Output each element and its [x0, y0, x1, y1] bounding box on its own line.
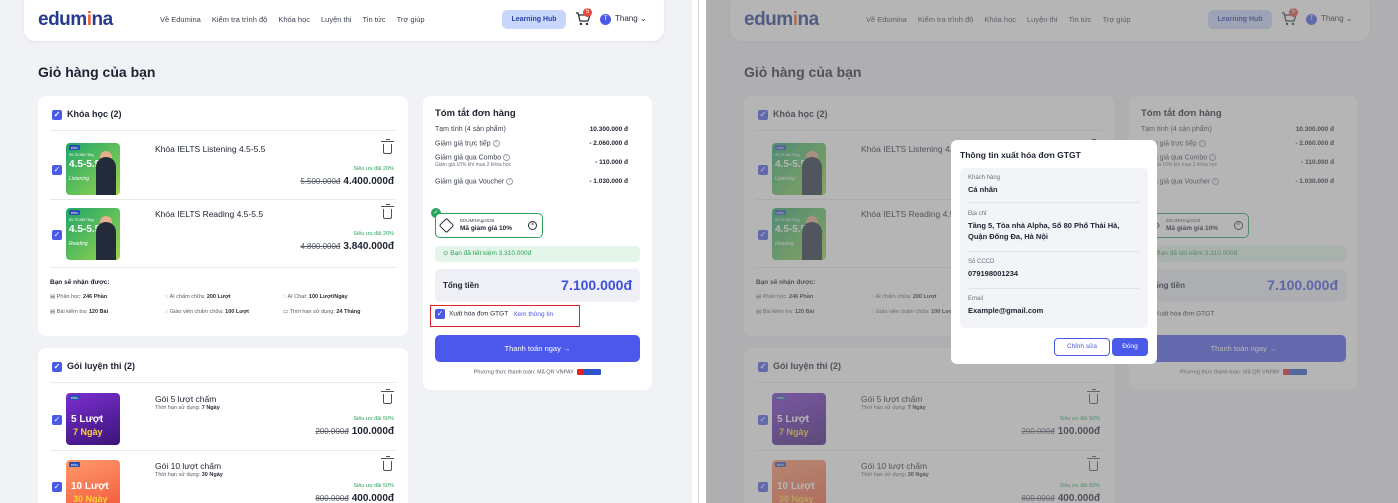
cart-item-course: ✓ eduIELTS Bắt Tổng4.5-5.5Listening Khóa… [38, 134, 408, 204]
divider [50, 382, 396, 383]
benefit-teacher-grading: ◌ Giáo viên chấm chữa: 100 Lượt [165, 309, 249, 315]
top-navbar: edumina Về Edumina Kiểm tra trình độ Khó… [24, 0, 664, 41]
divider [968, 202, 1140, 203]
savings-banner: ⊙ Bạn đã tiết kiệm 3.310.000đ [435, 246, 640, 262]
menu-item-news[interactable]: Tin tức [362, 15, 385, 24]
invoice-info-modal: Thông tin xuất hóa đơn GTGT Khách hàng Cá… [951, 140, 1157, 364]
item-name[interactable]: Khóa IELTS Listening 4.5-5.5 [155, 144, 265, 154]
invoice-checkbox[interactable]: ✓ [435, 309, 445, 319]
divider [50, 267, 396, 268]
invoice-checkbox-row[interactable]: ✓ Xuất hóa đơn GTGT Xem thông tin [435, 309, 553, 319]
main-menu: Về Edumina Kiểm tra trình độ Khóa học Lu… [160, 15, 425, 24]
benefit-lessons: ▤ Phần học: 246 Phần [50, 294, 108, 300]
id-number-field: Số CCCD 079198001234 [968, 259, 1019, 278]
cart-item-exam: ✓ edu10 Lượt30 Ngày Gói 10 lượt chấm Thờ… [38, 451, 408, 503]
menu-item-level-test[interactable]: Kiểm tra trình độ [212, 15, 267, 24]
cart-count-badge: 5 [583, 8, 592, 17]
cart-page-left: edumina Về Edumina Kiểm tra trình độ Khó… [0, 0, 692, 503]
direct-discount-row: Giảm giá trực tiếp i- 2.060.000 đ [435, 140, 628, 148]
info-icon[interactable]: i [503, 154, 511, 161]
cart-page-right-with-modal: edumina Về Edumina Kiểm tra trình độ Khó… [706, 0, 1398, 503]
menu-item-courses[interactable]: Khóa học [278, 15, 310, 24]
address-field: Địa chỉ Tầng 5, Tòa nhà Alpha, Số 80 Phố … [968, 211, 1120, 241]
item-checkbox[interactable]: ✓ [52, 482, 62, 492]
view-invoice-info-link[interactable]: Xem thông tin [513, 311, 553, 318]
remove-voucher-icon[interactable]: × [528, 221, 537, 230]
learning-hub-button[interactable]: Learning Hub [502, 10, 566, 29]
trash-icon[interactable] [381, 139, 394, 154]
divider [50, 130, 396, 131]
customer-field: Khách hàng Cá nhân [968, 175, 1001, 194]
vnpay-logo [577, 369, 602, 375]
email-field: Email Example@gmail.com [968, 296, 1044, 315]
exam-thumbnail: edu5 Lượt7 Ngày [66, 393, 120, 445]
item-price: 5.500.000đ4.400.000đ [300, 176, 394, 187]
avatar[interactable]: T [600, 14, 611, 25]
cart-item-exam: ✓ edu5 Lượt7 Ngày Gói 5 lượt chấm Thời h… [38, 384, 408, 454]
exam-thumbnail: edu10 Lượt30 Ngày [66, 460, 120, 503]
divider [968, 288, 1140, 289]
benefit-validity: ▭ Thời hạn sử dụng: 24 Tháng [283, 309, 361, 315]
exam-packages-heading[interactable]: ✓Gói luyện thi (2) [52, 361, 135, 372]
voucher-chip[interactable]: EDUMINAgi2025 Mã giảm giá 10% × [435, 213, 543, 238]
page-title: Giỏ hàng của bạn [38, 64, 156, 80]
check-icon[interactable]: ✓ [52, 361, 62, 372]
benefit-ai-grading: ◌ AI chấm chữa: 200 Lượt [165, 294, 231, 300]
info-icon[interactable]: i [492, 140, 500, 147]
menu-item-exam-prep[interactable]: Luyện thi [321, 15, 351, 24]
edit-button[interactable]: Chỉnh sửa [1054, 338, 1110, 356]
discount-label: Siêu ưu đãi 20% [353, 166, 394, 172]
item-price: 200.000đ100.000đ [315, 426, 394, 437]
trash-icon[interactable] [381, 204, 394, 219]
discount-label: Siêu ưu đãi 50% [353, 483, 394, 489]
cart-item-course: ✓ eduIELTS Bắt Tổng4.5-5.5Reading Khóa I… [38, 199, 408, 269]
item-price: 4.800.000đ3.840.000đ [300, 241, 394, 252]
benefit-tests: ▤ Bài kiểm tra: 120 Bài [50, 309, 109, 315]
close-button[interactable]: Đóng [1112, 338, 1148, 356]
payment-methods: Phương thức thanh toán: Mã QR VNPAY [435, 369, 640, 375]
item-validity: Thời hạn sử dụng: 30 Ngày [155, 472, 223, 478]
invoice-details: Khách hàng Cá nhân Địa chỉ Tầng 5, Tòa nhà… [960, 168, 1148, 328]
edumina-logo[interactable]: edumina [38, 9, 113, 31]
courses-heading[interactable]: ✓Khóa học (2) [52, 109, 122, 120]
item-validity: Thời hạn sử dụng: 7 Ngày [155, 405, 220, 411]
discount-label: Siêu ưu đãi 50% [353, 416, 394, 422]
total-box: Tổng tiền7.100.000đ [435, 269, 640, 302]
item-checkbox[interactable]: ✓ [52, 230, 62, 240]
screenshot-divider [692, 0, 706, 503]
voucher-discount-row: Giảm giá qua Voucher i- 1.030.000 đ [435, 178, 628, 186]
menu-item-help[interactable]: Trợ giúp [397, 15, 425, 24]
course-thumbnail: eduIELTS Bắt Tổng4.5-5.5Listening [66, 143, 120, 195]
item-name[interactable]: Khóa IELTS Reading 4.5-5.5 [155, 209, 263, 219]
item-price: 800.000đ400.000đ [315, 493, 394, 503]
user-menu[interactable]: Thang ⌄ [615, 14, 647, 23]
item-name[interactable]: Gói 5 lượt chấm [155, 394, 216, 404]
trash-icon[interactable] [381, 389, 394, 404]
menu-item-about[interactable]: Về Edumina [160, 15, 201, 24]
total-amount: 7.100.000đ [561, 277, 632, 293]
course-thumbnail: eduIELTS Bắt Tổng4.5-5.5Reading [66, 208, 120, 260]
item-checkbox[interactable]: ✓ [52, 165, 62, 175]
check-icon[interactable]: ✓ [52, 109, 62, 120]
combo-discount-row: Giảm giá qua Combo iGiảm giá 10% khi mua… [435, 154, 628, 169]
item-checkbox[interactable]: ✓ [52, 415, 62, 425]
discount-label: Siêu ưu đãi 20% [353, 231, 394, 237]
info-icon[interactable]: i [506, 178, 514, 185]
exam-packages-card: ✓Gói luyện thi (2) ✓ edu5 Lượt7 Ngày Gói… [38, 348, 408, 503]
trash-icon[interactable] [381, 456, 394, 471]
pay-now-button[interactable]: Thanh toán ngay → [435, 335, 640, 362]
benefits-title: Bạn sẽ nhận được: [50, 279, 110, 286]
courses-card: ✓Khóa học (2) ✓ eduIELTS Bắt Tổng4.5-5.5… [38, 96, 408, 336]
subtotal-row: Tạm tính (4 sản phẩm)10.300.000 đ [435, 126, 628, 133]
summary-title: Tóm tắt đơn hàng [435, 108, 516, 119]
divider [968, 251, 1140, 252]
modal-title: Thông tin xuất hóa đơn GTGT [960, 150, 1081, 160]
item-name[interactable]: Gói 10 lượt chấm [155, 461, 221, 471]
benefit-ai-chat: ◌ AI Chat: 100 Lượt/Ngày [283, 294, 348, 300]
order-summary-card: Tóm tắt đơn hàng Tạm tính (4 sản phẩm)10… [423, 96, 652, 390]
tag-icon [438, 217, 455, 234]
